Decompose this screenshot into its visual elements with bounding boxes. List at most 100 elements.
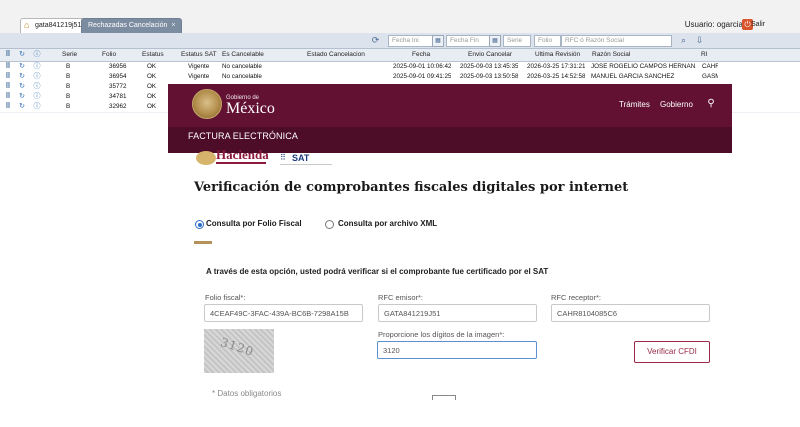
- info-icon[interactable]: ⓘ: [33, 93, 41, 101]
- filter-toolbar: ⟳ Fecha Ini ▦ Fecha Fin ▦ Serie Folio RF…: [0, 33, 800, 49]
- table-cell-estatus: OK: [147, 73, 157, 80]
- grip-icon[interactable]: ⠿: [4, 103, 12, 111]
- sat-logo-text: SAT: [292, 153, 310, 163]
- column-header[interactable]: Estatus SAT: [181, 49, 217, 61]
- radio-archivo-xml[interactable]: [325, 220, 334, 229]
- refresh-icon[interactable]: ↻: [18, 83, 26, 91]
- search-icon[interactable]: ⚲: [705, 97, 717, 111]
- column-header[interactable]: Serie: [62, 49, 77, 61]
- app-tab-bar: ⌂ gata841219j51 Rechazadas Cancelación × …: [0, 0, 800, 34]
- export-icon[interactable]: ⇩: [694, 35, 705, 46]
- column-header[interactable]: Fecha: [412, 49, 430, 61]
- table-cell-cancelable: No cancelable: [222, 73, 262, 80]
- refresh-icon[interactable]: ⟳: [370, 35, 381, 46]
- sat-divider: [280, 164, 332, 165]
- grip-icon[interactable]: ⠿: [4, 93, 12, 101]
- column-header[interactable]: Estatus: [142, 49, 164, 61]
- table-cell-razon: MANUEL GARCIA SANCHEZ: [591, 73, 675, 80]
- footer-tab-marker: [432, 395, 456, 400]
- serie-input[interactable]: Serie: [503, 35, 531, 47]
- rfc-search-input[interactable]: RFC ó Razón Social: [561, 35, 672, 47]
- gobierno-label-big[interactable]: México: [226, 100, 275, 118]
- refresh-icon[interactable]: ↻: [18, 63, 26, 71]
- nav-gobierno[interactable]: Gobierno: [660, 99, 693, 111]
- radio-folio-fiscal-label[interactable]: Consulta por Folio Fiscal: [206, 218, 302, 229]
- tab-home-label: gata841219j51: [35, 22, 82, 29]
- calendar-icon[interactable]: ▦: [489, 35, 501, 47]
- grip-icon[interactable]: ⠿: [4, 73, 12, 81]
- folio-input[interactable]: Folio: [534, 35, 561, 47]
- tab-underline: [194, 241, 212, 244]
- table-cell-serie: B: [66, 103, 71, 110]
- verificar-cfdi-button[interactable]: Verificar CFDI: [634, 341, 710, 363]
- refresh-icon: ↻: [19, 51, 25, 58]
- sat-verification-window: Gobierno de México Trámites Gobierno ⚲ F…: [168, 84, 732, 427]
- hacienda-rule: [216, 162, 266, 164]
- folio-fiscal-input[interactable]: 4CEAF49C-3FAC-439A-BC6B-7298A15B: [204, 304, 363, 322]
- table-cell-folio: 32962: [109, 103, 127, 110]
- table-cell-folio: 36954: [109, 73, 127, 80]
- table-cell-serie: B: [66, 63, 71, 70]
- rfc-receptor-label: RFC receptor*:: [551, 293, 602, 302]
- table-cell-serie: B: [66, 83, 71, 90]
- info-icon[interactable]: ⓘ: [33, 83, 41, 91]
- tab-active-label: Rechazadas Cancelación: [88, 22, 168, 29]
- column-header[interactable]: Folio: [102, 49, 116, 61]
- info-icon[interactable]: ⓘ: [33, 103, 41, 111]
- table-cell-ri: CAHR: [702, 63, 718, 70]
- table-cell-ultima: 2026-03-25 17:31:21: [527, 63, 586, 70]
- column-header[interactable]: Ultima Revisión: [535, 49, 580, 61]
- grip-icon: ⠿: [5, 51, 11, 58]
- table-cell-envio: 2025-09-03 13:50:58: [460, 73, 519, 80]
- column-header[interactable]: RI: [701, 49, 708, 61]
- binoculars-icon[interactable]: ⌕: [678, 35, 689, 46]
- column-header[interactable]: Razón Social: [592, 49, 630, 61]
- refresh-icon[interactable]: ↻: [18, 93, 26, 101]
- table-cell-estatus: OK: [147, 83, 157, 90]
- table-cell-estatus_sat: Vigente: [188, 73, 210, 80]
- radio-folio-fiscal[interactable]: [195, 220, 204, 229]
- table-cell-estatus: OK: [147, 93, 157, 100]
- table-cell-serie: B: [66, 93, 71, 100]
- table-cell-folio: 34781: [109, 93, 127, 100]
- table-cell-razon: JOSE ROGELIO CAMPOS HERNAN...: [591, 63, 696, 70]
- rfc-receptor-input[interactable]: CAHR8104085C6: [551, 304, 710, 322]
- column-header[interactable]: Es Cancelable: [222, 49, 264, 61]
- table-cell-serie: B: [66, 73, 71, 80]
- column-header[interactable]: Envio Cancelar: [468, 49, 512, 61]
- nav-tramites[interactable]: Trámites: [619, 99, 650, 111]
- tab-rechazadas-cancelacion[interactable]: Rechazadas Cancelación ×: [81, 18, 183, 33]
- rfc-emisor-input[interactable]: GATA841219J51: [378, 304, 537, 322]
- logout-link[interactable]: Salir: [751, 18, 765, 32]
- captcha-input[interactable]: 3120: [377, 341, 537, 359]
- gobierno-header: Gobierno de México Trámites Gobierno ⚲: [168, 84, 732, 127]
- table-cell-estatus: OK: [147, 63, 157, 70]
- close-icon[interactable]: ×: [171, 22, 175, 29]
- fecha-ini-input[interactable]: Fecha Ini: [388, 35, 436, 47]
- table-cell-ri: GASM: [702, 73, 718, 80]
- column-header[interactable]: Estado Cancelacion: [307, 49, 365, 61]
- rfc-emisor-label: RFC emisor*:: [378, 293, 424, 302]
- gobierno-seal-icon: [192, 89, 222, 119]
- home-icon: ⌂: [24, 20, 30, 30]
- tab-home[interactable]: ⌂ gata841219j51: [20, 18, 89, 33]
- grid-header: ⠿ ↻ ⓘ Serie Folio Estatus Estatus SAT Es…: [0, 49, 800, 62]
- refresh-icon[interactable]: ↻: [18, 73, 26, 81]
- captcha-label: Proporcione los dígitos de la imagen*:: [378, 330, 505, 339]
- table-cell-folio: 36956: [109, 63, 127, 70]
- radio-archivo-xml-label[interactable]: Consulta por archivo XML: [338, 218, 437, 229]
- refresh-icon[interactable]: ↻: [18, 103, 26, 111]
- grip-icon[interactable]: ⠿: [4, 83, 12, 91]
- info-icon[interactable]: ⓘ: [33, 63, 41, 71]
- factura-title: FACTURA ELECTRÓNICA: [188, 131, 298, 141]
- hacienda-logo-icon: [196, 151, 216, 165]
- info-icon[interactable]: ⓘ: [33, 73, 41, 81]
- sat-logo-icon: ⠿: [280, 153, 286, 162]
- table-cell-folio: 35772: [109, 83, 127, 90]
- folio-fiscal-label: Folio fiscal*:: [205, 293, 246, 302]
- grip-icon[interactable]: ⠿: [4, 63, 12, 71]
- fecha-fin-input[interactable]: Fecha Fin: [446, 35, 494, 47]
- calendar-icon[interactable]: ▦: [432, 35, 444, 47]
- required-note: * Datos obligatorios: [212, 389, 282, 398]
- table-cell-cancelable: No cancelable: [222, 63, 262, 70]
